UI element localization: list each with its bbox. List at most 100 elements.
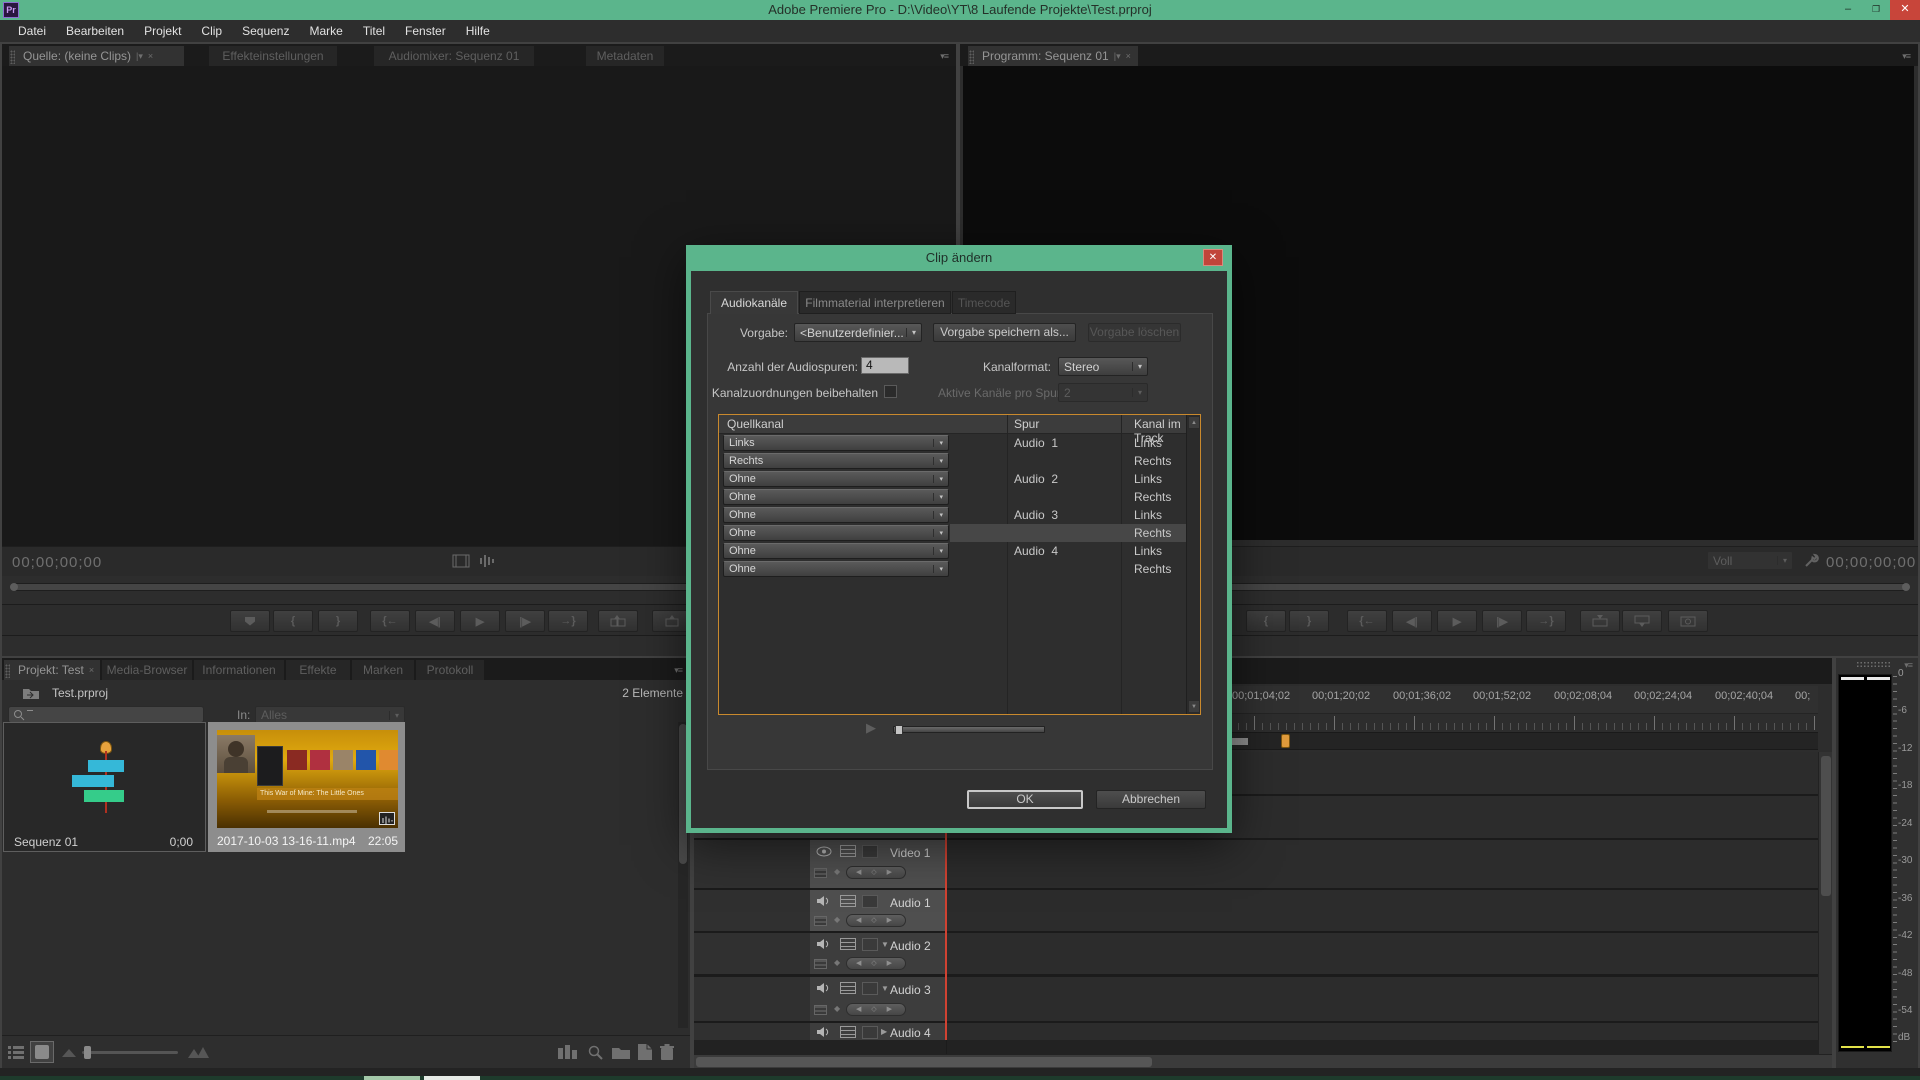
keyframe-navigator[interactable]: ◀ ◇ ▶ xyxy=(846,914,906,927)
drag-video-icon[interactable] xyxy=(452,554,470,568)
zoom-in-icon[interactable] xyxy=(188,1046,210,1058)
track-lock-toggle[interactable] xyxy=(862,938,878,951)
add-keyframe-icon[interactable]: ◆ xyxy=(834,915,840,924)
lift-button[interactable] xyxy=(1580,610,1620,632)
vscrollbar-thumb[interactable] xyxy=(1821,756,1831,896)
track-display-style-icon[interactable] xyxy=(840,938,856,950)
table-scrollbar[interactable]: ▲ ▼ xyxy=(1186,415,1200,714)
track-lock-toggle[interactable] xyxy=(862,895,878,908)
add-keyframe-icon[interactable]: ◆ xyxy=(834,958,840,967)
menu-clip[interactable]: Clip xyxy=(191,20,232,42)
track-name[interactable]: Audio 4 xyxy=(890,1026,931,1040)
zoom-slider-thumb[interactable] xyxy=(84,1046,91,1059)
menu-titel[interactable]: Titel xyxy=(353,20,395,42)
menu-datei[interactable]: Datei xyxy=(8,20,56,42)
source-channel-select[interactable]: Ohne ▾ xyxy=(723,489,949,505)
search-input[interactable] xyxy=(8,706,204,723)
maximize-button[interactable]: ❐ xyxy=(1862,0,1890,20)
hscrollbar-thumb[interactable] xyxy=(696,1057,1152,1067)
project-root-folder-icon[interactable] xyxy=(22,686,40,700)
goto-out-button[interactable]: →} xyxy=(1526,610,1566,632)
tab-close-icon[interactable]: × xyxy=(148,46,153,66)
mark-out-button[interactable]: } xyxy=(1289,610,1329,632)
tab-marken[interactable]: Marken xyxy=(352,660,414,680)
show-keyframes-icon[interactable] xyxy=(814,916,827,926)
tab-programm[interactable]: Programm: Sequenz 01 |▾ × xyxy=(968,46,1138,66)
goto-in-button[interactable]: {← xyxy=(370,610,410,632)
dialog-tab-audiokanaele[interactable]: Audiokanäle xyxy=(710,291,798,314)
track-lock-toggle[interactable] xyxy=(862,1026,878,1039)
channel-format-select[interactable]: Stereo ▾ xyxy=(1058,357,1148,376)
source-channel-select[interactable]: Rechts ▾ xyxy=(723,453,949,469)
track-display-style-icon[interactable] xyxy=(840,982,856,994)
preview-play-button[interactable]: ▶ xyxy=(866,720,876,736)
tab-projekt[interactable]: Projekt: Test × xyxy=(4,660,100,680)
menu-marke[interactable]: Marke xyxy=(299,20,352,42)
zoom-handle-right[interactable] xyxy=(1902,583,1910,591)
track-name[interactable]: Audio 1 xyxy=(890,896,931,910)
tab-informationen[interactable]: Informationen xyxy=(194,660,284,680)
audio-meter[interactable] xyxy=(1838,674,1892,1052)
add-keyframe-icon[interactable]: ◆ xyxy=(834,867,840,876)
play-button[interactable]: ▶ xyxy=(460,610,500,632)
tab-protokoll[interactable]: Protokoll xyxy=(416,660,484,680)
taskbar-item[interactable] xyxy=(364,1076,420,1080)
thumbnail-zoom-slider[interactable] xyxy=(82,1046,178,1059)
save-preset-button[interactable]: Vorgabe speichern als... xyxy=(933,323,1076,342)
tab-effekte[interactable]: Effekte xyxy=(286,660,350,680)
ok-button[interactable]: OK xyxy=(967,790,1083,809)
track-count-input[interactable]: 4 xyxy=(861,357,909,374)
menu-sequenz[interactable]: Sequenz xyxy=(232,20,299,42)
show-keyframes-icon[interactable] xyxy=(814,868,827,878)
track-name[interactable]: Video 1 xyxy=(890,846,930,860)
toggle-mute-speaker-icon[interactable] xyxy=(816,938,832,950)
track-content-audio1[interactable] xyxy=(947,890,1818,931)
tab-effekteinstellungen[interactable]: Effekteinstellungen xyxy=(209,46,337,66)
source-channel-select[interactable]: Ohne ▾ xyxy=(723,471,949,487)
scroll-up-button[interactable]: ▲ xyxy=(1188,416,1200,429)
add-marker-button[interactable] xyxy=(230,610,270,632)
track-lock-toggle[interactable] xyxy=(862,845,878,858)
close-button[interactable]: ✕ xyxy=(1890,0,1920,20)
track-display-style-icon[interactable] xyxy=(840,895,856,907)
drag-audio-icon[interactable] xyxy=(479,554,495,568)
step-back-button[interactable]: ◀| xyxy=(1392,610,1432,632)
track-display-style-icon[interactable] xyxy=(840,1026,856,1038)
track-content-video1[interactable] xyxy=(947,840,1818,888)
work-area-handle[interactable] xyxy=(1230,738,1248,745)
mark-in-button[interactable]: { xyxy=(273,610,313,632)
tab-quelle[interactable]: Quelle: (keine Clips) |▾ × xyxy=(9,46,184,66)
panel-menu-icon[interactable]: ▾≡ xyxy=(674,665,683,676)
source-channel-select[interactable]: Ohne ▾ xyxy=(723,507,949,523)
timeline-vscrollbar[interactable] xyxy=(1818,752,1832,1054)
source-channel-select[interactable]: Ohne ▾ xyxy=(723,543,949,559)
find-icon[interactable] xyxy=(588,1045,603,1060)
minimize-button[interactable]: – xyxy=(1834,0,1862,20)
toggle-mute-speaker-icon[interactable] xyxy=(816,1026,832,1038)
show-keyframes-icon[interactable] xyxy=(814,1005,827,1015)
track-display-style-icon[interactable] xyxy=(840,845,856,857)
source-channel-select[interactable]: Ohne ▾ xyxy=(723,525,949,541)
sequence-marker[interactable] xyxy=(1281,734,1290,748)
export-frame-button[interactable] xyxy=(1668,610,1708,632)
add-keyframe-icon[interactable]: ◆ xyxy=(834,1004,840,1013)
track-content-audio3[interactable] xyxy=(947,977,1818,1021)
track-content-audio2[interactable] xyxy=(947,933,1818,974)
menu-bearbeiten[interactable]: Bearbeiten xyxy=(56,20,134,42)
trash-icon[interactable] xyxy=(660,1044,674,1060)
source-channel-select[interactable]: Ohne ▾ xyxy=(723,561,949,577)
zoom-handle-left[interactable] xyxy=(10,583,18,591)
show-keyframes-icon[interactable] xyxy=(814,959,827,969)
preview-volume-slider[interactable] xyxy=(893,725,1045,735)
dialog-tab-filmmaterial[interactable]: Filmmaterial interpretieren xyxy=(799,291,951,314)
preset-select[interactable]: <Benutzerdefinier... ▾ xyxy=(794,323,922,342)
keyframe-navigator[interactable]: ◀ ◇ ▶ xyxy=(846,1003,906,1016)
expand-track-icon[interactable]: ▶ xyxy=(881,1027,887,1036)
slider-thumb[interactable] xyxy=(895,725,903,735)
dialog-close-button[interactable]: ✕ xyxy=(1203,249,1223,266)
track-name[interactable]: Audio 3 xyxy=(890,983,931,997)
keep-assignments-checkbox[interactable] xyxy=(884,385,897,398)
tab-dropdown-icon[interactable]: |▾ xyxy=(1114,46,1121,66)
track-name[interactable]: Audio 2 xyxy=(890,939,931,953)
menu-hilfe[interactable]: Hilfe xyxy=(456,20,500,42)
